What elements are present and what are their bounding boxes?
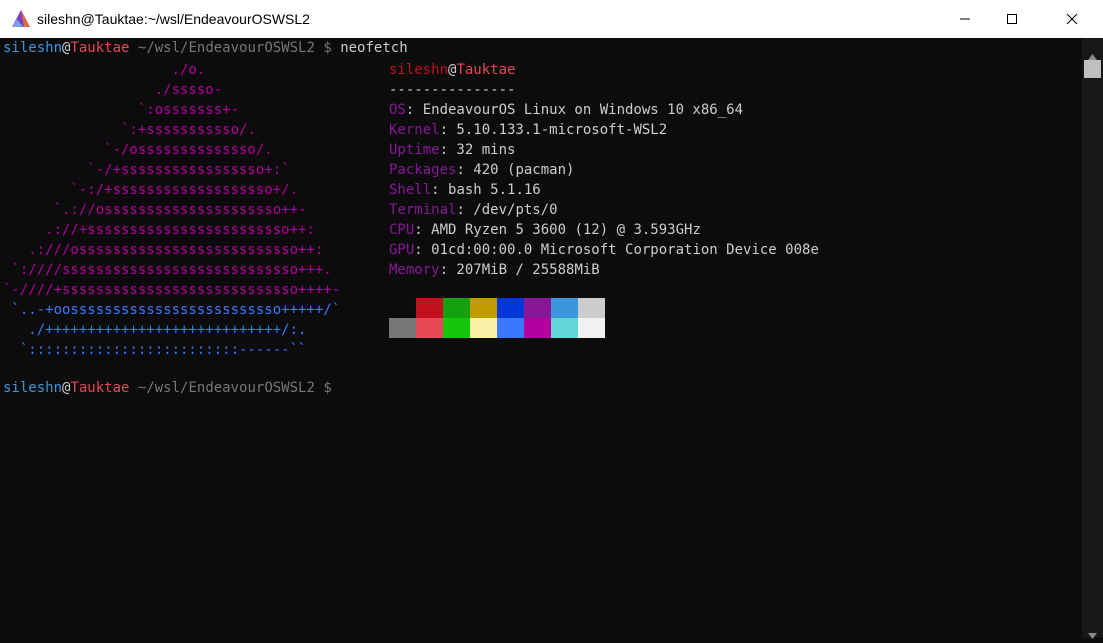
prompt-command: neofetch [331,40,408,56]
terminal-window: sileshn@Tauktae:~/wsl/EndeavourOSWSL2 si… [0,0,1103,639]
info-value: : 01cd:00:00.0 Microsoft Corporation Dev… [414,242,819,258]
ascii-logo: ./o. ./sssso- `:osssssss+- `:+ssssssssss… [3,60,340,360]
info-title: sileshn@Tauktae [389,60,819,80]
palette-swatch [416,298,443,318]
palette-swatch [470,298,497,318]
logo-line: `-/+sssssssssssssssso+:` [3,162,290,178]
logo-line: ./o. [3,62,206,78]
info-cpu: CPU: AMD Ryzen 5 3600 (12) @ 3.593GHz [389,220,819,240]
scroll-down-arrow-icon[interactable] [1088,624,1097,643]
logo-line: `..-+oosssssssssssssssssssssssso+++++/` [3,302,341,318]
info-value: : AMD Ryzen 5 3600 (12) @ 3.593GHz [414,222,701,238]
info-key: Uptime [389,142,440,158]
info-key: Terminal [389,202,457,218]
info-memory: Memory: 207MiB / 25588MiB [389,260,819,280]
info-value: : EndeavourOS Linux on Windows 10 x86_64 [405,102,744,118]
vertical-scrollbar[interactable] [1082,38,1103,638]
prompt-host: Tauktae [70,380,130,396]
info-value: : /dev/pts/0 [456,202,558,218]
minimize-button[interactable] [942,0,988,38]
info-value: : 32 mins [439,142,516,158]
info-key: Packages [389,162,457,178]
system-info: sileshn@Tauktae --------------- OS: Ende… [389,60,819,280]
palette-swatch [389,318,416,338]
close-icon [1066,10,1078,29]
prompt-path: ~/wsl/EndeavourOSWSL2 $ [129,380,332,396]
scrollbar-thumb[interactable] [1084,60,1101,78]
info-key: Kernel [389,122,440,138]
logo-line: `.://osssssssssssssssssssso++- [3,202,307,218]
palette-swatch [551,298,578,318]
palette-swatch [497,298,524,318]
logo-line: ./sssso- [3,82,223,98]
prompt-line: sileshn@Tauktae ~/wsl/EndeavourOSWSL2 $ … [3,38,408,58]
logo-line: ./++++++++++++++++++++++++++++/:. [3,322,307,338]
palette-swatch [524,318,551,338]
prompt-user: sileshn [3,40,63,56]
info-value: : 5.10.133.1-microsoft-WSL2 [439,122,668,138]
info-uptime: Uptime: 32 mins [389,140,819,160]
color-palette [389,298,605,338]
info-value: : 420 (pacman) [456,162,575,178]
palette-swatch [389,298,416,318]
info-value: : bash 5.1.16 [431,182,541,198]
info-user: sileshn [389,62,449,78]
prompt-host: Tauktae [70,40,130,56]
maximize-button[interactable] [989,0,1035,38]
palette-swatch [470,318,497,338]
maximize-icon [1006,10,1018,29]
info-shell: Shell: bash 5.1.16 [389,180,819,200]
info-gpu: GPU: 01cd:00:00.0 Microsoft Corporation … [389,240,819,260]
info-key: CPU [389,222,415,238]
logo-line: `:+sssssssssso/. [3,122,256,138]
prompt-path: ~/wsl/EndeavourOSWSL2 $ [129,40,332,56]
logo-line: .://+ssssssssssssssssssssssso++: [3,222,315,238]
title-bar[interactable]: sileshn@Tauktae:~/wsl/EndeavourOSWSL2 [0,0,1103,38]
info-kernel: Kernel: 5.10.133.1-microsoft-WSL2 [389,120,819,140]
window-title: sileshn@Tauktae:~/wsl/EndeavourOSWSL2 [37,11,310,27]
info-value: : 207MiB / 25588MiB [439,262,600,278]
logo-line: `-:/+sssssssssssssssssso+/. [3,182,299,198]
palette-row-bright [389,318,605,338]
palette-row-normal [389,298,605,318]
logo-line: `:osssssss+- [3,102,240,118]
terminal-content[interactable]: sileshn@Tauktae ~/wsl/EndeavourOSWSL2 $ … [0,38,1082,638]
minimize-icon [959,10,971,29]
logo-line: `:::::::::::::::::::::::::------`` [3,342,307,358]
close-button[interactable] [1049,0,1095,38]
info-key: OS [389,102,406,118]
endeavouros-logo-icon [11,9,31,29]
info-os: OS: EndeavourOS Linux on Windows 10 x86_… [389,100,819,120]
info-packages: Packages: 420 (pacman) [389,160,819,180]
info-key: Memory [389,262,440,278]
logo-line: `-/ossssssssssssso/. [3,142,273,158]
palette-swatch [416,318,443,338]
logo-line: `-////+ssssssssssssssssssssssssssso++++- [3,282,341,298]
prompt-user: sileshn [3,380,63,396]
info-host: Tauktae [456,62,516,78]
prompt-line-2: sileshn@Tauktae ~/wsl/EndeavourOSWSL2 $ [3,378,332,398]
logo-line: .:///ossssssssssssssssssssssssso++: [3,242,324,258]
palette-swatch [524,298,551,318]
info-key: GPU [389,242,415,258]
info-terminal: Terminal: /dev/pts/0 [389,200,819,220]
palette-swatch [551,318,578,338]
logo-line: `:////ssssssssssssssssssssssssssso+++. [3,262,332,278]
palette-swatch [443,318,470,338]
info-key: Shell [389,182,432,198]
palette-swatch [578,298,605,318]
palette-swatch [497,318,524,338]
palette-swatch [443,298,470,318]
palette-swatch [578,318,605,338]
info-separator: --------------- [389,82,516,98]
